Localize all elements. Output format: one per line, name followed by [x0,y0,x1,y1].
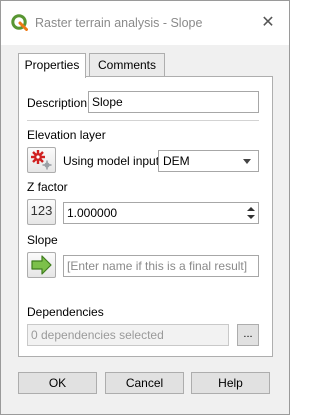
z-factor-value: 1.000000 [67,206,118,220]
output-arrow-icon[interactable] [27,252,56,278]
dependencies-label: Dependencies [27,305,104,319]
dependencies-browse-button[interactable]: ... [237,324,259,346]
elevation-mode-label: Using model input [63,154,160,168]
z-factor-spinbox[interactable]: 1.000000 [63,202,259,224]
elevation-layer-value: DEM [163,154,190,168]
separator [27,120,259,121]
model-input-icon[interactable] [27,147,56,173]
window-title: Raster terrain analysis - Slope [35,16,203,30]
numeric-123-icon[interactable]: 123 [27,199,56,225]
slope-output-input[interactable]: [Enter name if this is a final result] [63,255,259,277]
description-label: Description [27,96,88,110]
cancel-button[interactable]: Cancel [105,372,184,394]
ok-button[interactable]: OK [18,372,97,394]
tab-comments[interactable]: Comments [89,53,165,77]
qgis-logo-icon [11,14,28,31]
slope-label: Slope [27,233,58,247]
properties-panel: Description Slope Elevation layer Using … [18,76,273,357]
spin-down-icon[interactable] [247,215,255,219]
title-bar: Raster terrain analysis - Slope ✕ [1,1,289,45]
chevron-down-icon [243,159,251,164]
description-input[interactable]: Slope [88,91,259,113]
dependencies-field: 0 dependencies selected [27,324,229,346]
z-factor-label: Z factor [27,180,68,194]
elevation-layer-label: Elevation layer [27,128,106,142]
tab-properties[interactable]: Properties [18,53,86,78]
dialog-window: Raster terrain analysis - Slope ✕ Proper… [0,0,290,415]
close-icon[interactable]: ✕ [255,10,281,36]
spin-buttons[interactable] [244,203,258,223]
spin-up-icon[interactable] [247,207,255,211]
help-button[interactable]: Help [191,372,270,394]
elevation-layer-select[interactable]: DEM [158,150,259,172]
